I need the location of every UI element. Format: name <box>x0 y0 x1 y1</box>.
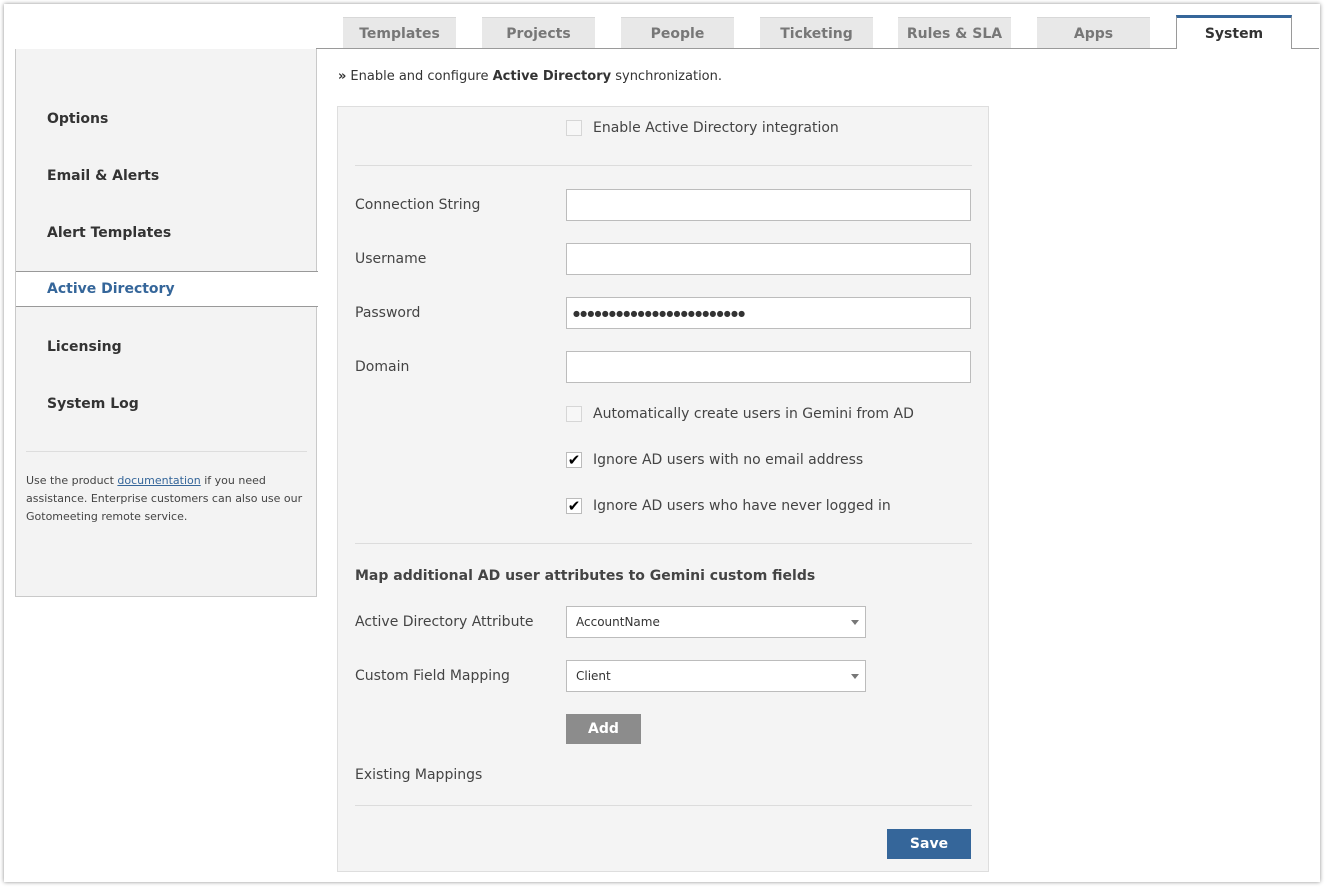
add-mapping-button[interactable]: Add <box>566 714 641 744</box>
tab-templates[interactable]: Templates <box>343 17 456 49</box>
username-label: Username <box>355 251 427 267</box>
enable-ad-checkbox[interactable] <box>566 120 582 136</box>
documentation-link[interactable]: documentation <box>117 474 200 487</box>
tab-rules-sla[interactable]: Rules & SLA <box>898 17 1011 49</box>
connection-string-input[interactable] <box>566 189 971 221</box>
divider <box>355 165 972 166</box>
custom-field-label: Custom Field Mapping <box>355 668 510 684</box>
enable-ad-label: Enable Active Directory integration <box>593 120 839 136</box>
tab-apps[interactable]: Apps <box>1037 17 1150 49</box>
mapping-section-title: Map additional AD user attributes to Gem… <box>355 568 816 584</box>
ignore-no-email-row[interactable]: ✔ Ignore AD users with no email address <box>566 452 863 468</box>
sidebar: Options Email & Alerts Alert Templates A… <box>15 49 318 597</box>
chevron-down-icon <box>851 674 859 679</box>
page-intro: » Enable and configure Active Directory s… <box>338 69 722 84</box>
domain-input[interactable] <box>566 351 971 383</box>
double-chevron-icon: » <box>338 69 347 84</box>
tab-projects[interactable]: Projects <box>482 17 595 49</box>
sidebar-item-alert-templates[interactable]: Alert Templates <box>16 215 317 251</box>
divider <box>355 543 972 544</box>
help-text: Use the product documentation if you nee… <box>26 472 306 526</box>
password-input[interactable]: ●●●●●●●●●●●●●●●●●●●●●●●● <box>566 297 971 329</box>
ad-attribute-select[interactable]: AccountName <box>566 606 866 638</box>
sidebar-item-licensing[interactable]: Licensing <box>16 329 317 365</box>
ignore-no-email-label: Ignore AD users with no email address <box>593 452 864 468</box>
sidebar-divider <box>26 451 307 452</box>
sidebar-item-active-directory[interactable]: Active Directory <box>16 271 318 307</box>
help-text-before: Use the product <box>26 474 118 487</box>
sidebar-item-options[interactable]: Options <box>16 101 317 137</box>
save-button[interactable]: Save <box>887 829 971 859</box>
ad-attribute-label: Active Directory Attribute <box>355 614 534 630</box>
intro-text-bold: Active Directory <box>492 69 612 84</box>
divider <box>355 805 972 806</box>
username-input[interactable] <box>566 243 971 275</box>
intro-text-after: synchronization. <box>611 69 723 84</box>
domain-label: Domain <box>355 359 410 375</box>
sidebar-item-email-alerts[interactable]: Email & Alerts <box>16 158 317 194</box>
enable-ad-row[interactable]: Enable Active Directory integration <box>566 120 839 136</box>
settings-panel: Enable Active Directory integration Conn… <box>337 106 989 872</box>
ignore-no-email-checkbox[interactable]: ✔ <box>566 452 582 468</box>
password-label: Password <box>355 305 421 321</box>
custom-field-value: Client <box>576 669 611 683</box>
connection-string-label: Connection String <box>355 197 481 213</box>
ignore-never-logged-checkbox[interactable]: ✔ <box>566 498 582 514</box>
tab-baseline <box>316 48 1177 49</box>
ignore-never-logged-label: Ignore AD users who have never logged in <box>593 498 891 514</box>
existing-mappings-label: Existing Mappings <box>355 767 483 783</box>
custom-field-select[interactable]: Client <box>566 660 866 692</box>
auto-create-checkbox[interactable] <box>566 406 582 422</box>
ignore-never-logged-row[interactable]: ✔ Ignore AD users who have never logged … <box>566 498 891 514</box>
chevron-down-icon <box>851 620 859 625</box>
tab-people[interactable]: People <box>621 17 734 49</box>
auto-create-row[interactable]: Automatically create users in Gemini fro… <box>566 406 914 422</box>
sidebar-item-system-log[interactable]: System Log <box>16 386 317 422</box>
tab-baseline-right <box>1291 48 1319 49</box>
tab-system[interactable]: System <box>1176 15 1292 49</box>
tab-ticketing[interactable]: Ticketing <box>760 17 873 49</box>
auto-create-label: Automatically create users in Gemini fro… <box>593 406 914 422</box>
ad-attribute-value: AccountName <box>576 615 660 629</box>
intro-text-before: Enable and configure <box>350 69 493 84</box>
